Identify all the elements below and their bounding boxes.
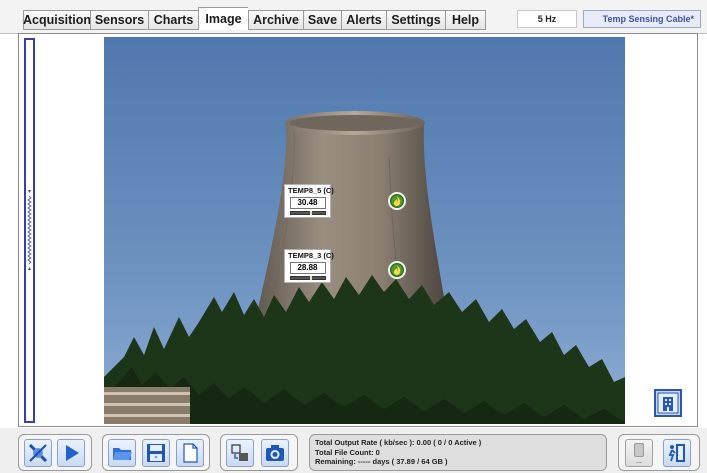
level-marker bbox=[309, 276, 312, 280]
status-panel: Total Output Rate ( kb/sec ): 0.00 ( 0 /… bbox=[309, 434, 607, 471]
play-icon bbox=[66, 445, 79, 461]
sensor-value: 28.88 bbox=[289, 262, 326, 274]
storage-icon: --- bbox=[634, 443, 644, 465]
flame-marker-icon[interactable] bbox=[388, 192, 406, 210]
save-button[interactable]: * bbox=[142, 439, 170, 467]
tab-alerts[interactable]: Alerts bbox=[341, 10, 386, 30]
start-button[interactable] bbox=[57, 439, 85, 467]
building-map-button[interactable] bbox=[654, 389, 682, 417]
flame-marker-icon[interactable] bbox=[388, 261, 406, 279]
transfer-icon bbox=[231, 444, 248, 461]
system-controls: --- bbox=[618, 434, 700, 471]
tab-save[interactable]: Save bbox=[303, 10, 341, 30]
snapshot-button[interactable] bbox=[261, 439, 289, 467]
tab-bar: Acquisition Sensors Charts Image Archive… bbox=[0, 0, 707, 34]
new-button[interactable] bbox=[176, 439, 204, 467]
exit-icon bbox=[668, 444, 685, 462]
side-panel-handle[interactable] bbox=[24, 38, 35, 423]
storage-label: --- bbox=[636, 460, 642, 465]
sensor-level-bar bbox=[289, 276, 326, 280]
sample-rate-display: 5 Hz bbox=[517, 10, 577, 28]
tab-sensors[interactable]: Sensors bbox=[90, 10, 148, 30]
tab-charts[interactable]: Charts bbox=[148, 10, 198, 30]
tab-list: Acquisition Sensors Charts Image Archive… bbox=[23, 7, 486, 30]
open-folder-icon bbox=[113, 448, 132, 460]
svg-text:*: * bbox=[155, 455, 158, 462]
bottom-toolbar: * Total Output Rate (kb/sec): 0.00 (0… bbox=[0, 428, 707, 473]
storage-button[interactable]: --- bbox=[625, 439, 653, 467]
sensor-widget[interactable]: TEMP8_5 (C) 30.48 bbox=[284, 184, 334, 218]
drag-grip-icon[interactable] bbox=[26, 190, 33, 270]
remaining-text: Remaining: ----- days ( 37.89 / 64 GB ) bbox=[315, 457, 448, 466]
tab-acquisition[interactable]: Acquisition bbox=[23, 10, 91, 30]
building-icon bbox=[657, 392, 679, 414]
sensor-level-bar bbox=[289, 211, 326, 215]
open-button[interactable] bbox=[108, 439, 136, 467]
sensor-label: TEMP8_3 (C) bbox=[288, 251, 334, 260]
device-controls bbox=[220, 434, 298, 471]
output-rate-text: Total Output Rate ( kb/sec ): 0.00 ( 0 /… bbox=[315, 438, 482, 447]
cooling-tower-photo: TEMP8_5 (C) 30.48 TEMP8_3 (C) 28.88 bbox=[104, 37, 625, 424]
file-count-text: Total File Count: 0 bbox=[315, 447, 380, 457]
configuration-name[interactable]: Temp Sensing Cable* bbox=[583, 10, 701, 28]
tab-image[interactable]: Image bbox=[198, 7, 248, 30]
acquisition-controls bbox=[18, 434, 92, 471]
file-controls: * bbox=[102, 434, 210, 471]
tab-settings[interactable]: Settings bbox=[386, 10, 445, 30]
sensor-label: TEMP8_5 (C) bbox=[288, 186, 334, 195]
connect-button[interactable] bbox=[24, 439, 52, 467]
transfer-button[interactable] bbox=[226, 439, 254, 467]
save-disk-icon: * bbox=[147, 444, 165, 462]
connect-icon bbox=[28, 443, 48, 463]
tab-help[interactable]: Help bbox=[445, 10, 486, 30]
exit-button[interactable] bbox=[663, 439, 691, 467]
tab-archive[interactable]: Archive bbox=[248, 10, 303, 30]
level-marker bbox=[309, 211, 312, 215]
camera-icon bbox=[266, 445, 284, 461]
new-document-icon bbox=[183, 443, 198, 463]
sensor-value: 30.48 bbox=[289, 197, 326, 209]
sensor-widget[interactable]: TEMP8_3 (C) 28.88 bbox=[284, 249, 334, 283]
app-window: Acquisition Sensors Charts Image Archive… bbox=[0, 0, 707, 473]
